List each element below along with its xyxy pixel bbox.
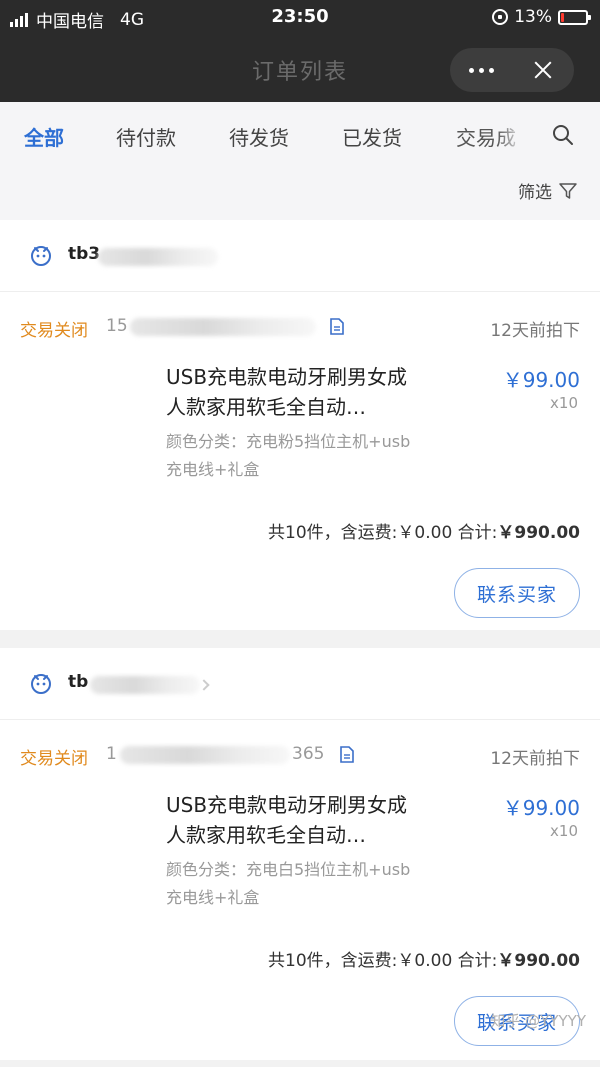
tab-pending-shipment[interactable]: 待发货 bbox=[229, 122, 289, 151]
order-status: 交易关闭 bbox=[20, 749, 88, 769]
redacted-order-number bbox=[130, 318, 316, 336]
redacted-shop-name bbox=[90, 676, 200, 694]
battery-icon bbox=[558, 9, 591, 25]
tab-all[interactable]: 全部 bbox=[24, 122, 64, 151]
filter-button[interactable]: 筛选 bbox=[518, 178, 578, 203]
chevron-right-icon bbox=[198, 679, 210, 691]
rotation-lock-icon bbox=[492, 9, 509, 25]
order-card: tb3 交易关闭 15 12天前拍下 USB充电款电动牙刷男女成人款家用软毛全自… bbox=[0, 220, 600, 630]
order-tabs: 全部 待付款 待发货 已发货 交易成 筛选 bbox=[0, 102, 600, 220]
order-status: 交易关闭 bbox=[20, 321, 88, 341]
summary-total: ￥990.00 bbox=[497, 951, 580, 971]
order-time: 12天前拍下 bbox=[490, 749, 580, 769]
product-spec: 颜色分类：充电白5挡位主机+usb充电线+礼盒 bbox=[166, 860, 411, 907]
product-price: ￥99.00 bbox=[502, 368, 580, 392]
redacted-shop-name bbox=[98, 248, 218, 266]
battery-percent: 13% bbox=[514, 7, 552, 27]
nav-bar: 订单列表 bbox=[0, 34, 600, 102]
order-number: 1 bbox=[106, 744, 117, 764]
redacted-order-number bbox=[120, 746, 290, 764]
shop-name: tb3 bbox=[68, 244, 101, 264]
shop-row[interactable]: tb bbox=[0, 648, 600, 720]
tab-completed[interactable]: 交易成 bbox=[456, 122, 524, 151]
summary-count: 共10件，含运费:￥0.00 合计: bbox=[268, 951, 498, 971]
funnel-icon bbox=[559, 182, 577, 199]
shop-row[interactable]: tb3 bbox=[0, 220, 600, 292]
product-quantity: x10 bbox=[550, 822, 578, 840]
shop-name: tb bbox=[68, 672, 89, 692]
product-spec: 颜色分类：充电粉5挡位主机+usb充电线+礼盒 bbox=[166, 432, 411, 479]
summary-count: 共10件，含运费:￥0.00 合计: bbox=[268, 523, 498, 543]
order-card: tb 交易关闭 1 365 12天前拍下 USB充电款电动牙刷男女成人款家用软毛… bbox=[0, 648, 600, 1060]
order-number-tail: 365 bbox=[292, 744, 325, 764]
order-number: 15 bbox=[106, 316, 128, 336]
status-bar: 中国电信 4G 23:50 13% bbox=[0, 0, 600, 34]
filter-label: 筛选 bbox=[518, 183, 552, 203]
copy-icon[interactable] bbox=[330, 318, 344, 335]
mini-program-capsule bbox=[450, 48, 574, 92]
shop-icon bbox=[31, 674, 51, 694]
close-button[interactable] bbox=[512, 48, 574, 92]
more-button[interactable] bbox=[450, 48, 512, 92]
contact-buyer-button[interactable]: 联系买家 bbox=[454, 568, 580, 618]
product-quantity: x10 bbox=[550, 394, 578, 412]
order-summary: 共10件，含运费:￥0.00 合计:￥990.00 bbox=[268, 946, 580, 971]
product-price: ￥99.00 bbox=[502, 796, 580, 820]
tab-shipped[interactable]: 已发货 bbox=[342, 122, 402, 151]
product-name[interactable]: USB充电款电动牙刷男女成人款家用软毛全自动… bbox=[166, 362, 426, 422]
summary-total: ￥990.00 bbox=[497, 523, 580, 543]
product-name[interactable]: USB充电款电动牙刷男女成人款家用软毛全自动… bbox=[166, 790, 426, 850]
shop-icon bbox=[31, 246, 51, 266]
tab-pending-payment[interactable]: 待付款 bbox=[116, 122, 176, 151]
watermark: 知乎 @YYYYY bbox=[490, 1012, 586, 1030]
order-time: 12天前拍下 bbox=[490, 321, 580, 341]
search-icon[interactable] bbox=[552, 124, 574, 146]
copy-icon[interactable] bbox=[340, 746, 354, 763]
order-summary: 共10件，含运费:￥0.00 合计:￥990.00 bbox=[268, 518, 580, 543]
